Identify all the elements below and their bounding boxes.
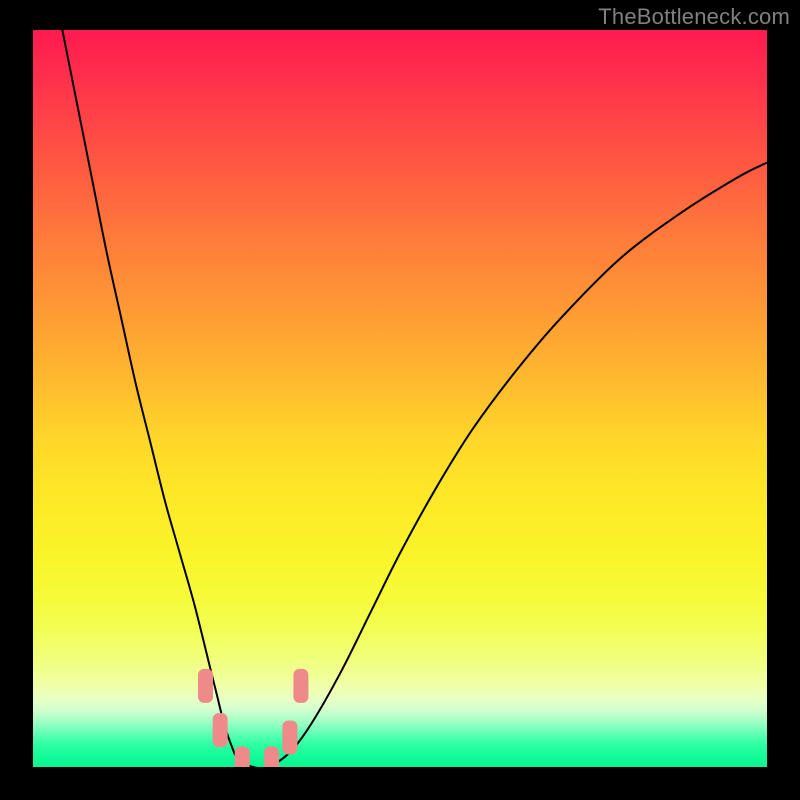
marker xyxy=(235,746,250,767)
chart-root: TheBottleneck.com xyxy=(0,0,800,800)
watermark-text: TheBottleneck.com xyxy=(598,4,790,30)
marker xyxy=(282,721,297,755)
curve-line xyxy=(62,30,767,767)
marker xyxy=(293,669,308,703)
marker xyxy=(264,746,279,767)
marker xyxy=(198,669,213,703)
marker xyxy=(213,713,228,747)
plot-area xyxy=(33,30,767,767)
curve-svg xyxy=(33,30,767,767)
